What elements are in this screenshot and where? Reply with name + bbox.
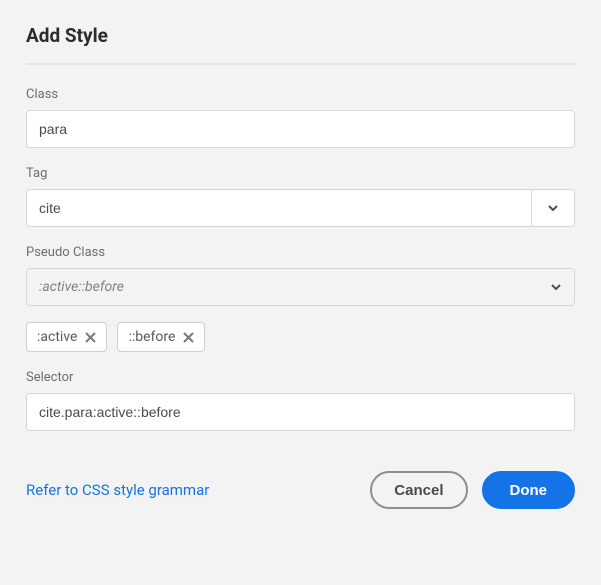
close-icon[interactable] bbox=[85, 332, 96, 343]
footer: Refer to CSS style grammar Cancel Done bbox=[26, 471, 575, 509]
pseudo-class-label: Pseudo Class bbox=[26, 245, 575, 260]
tag-dropdown-button[interactable] bbox=[531, 189, 575, 227]
chip-before: ::before bbox=[117, 322, 205, 352]
css-grammar-link[interactable]: Refer to CSS style grammar bbox=[26, 481, 356, 499]
chevron-down-icon bbox=[547, 202, 559, 214]
pseudo-class-placeholder: :active::before bbox=[39, 279, 550, 295]
pseudo-class-dropdown[interactable]: :active::before bbox=[26, 268, 575, 306]
dialog-title: Add Style bbox=[26, 24, 575, 47]
close-icon[interactable] bbox=[183, 332, 194, 343]
chip-active: :active bbox=[26, 322, 107, 352]
divider bbox=[26, 63, 575, 65]
tag-combo bbox=[26, 189, 575, 227]
cancel-button[interactable]: Cancel bbox=[370, 471, 467, 509]
done-button[interactable]: Done bbox=[482, 471, 576, 509]
tag-input[interactable] bbox=[26, 189, 531, 227]
selector-label: Selector bbox=[26, 370, 575, 385]
pseudo-chips: :active ::before bbox=[26, 322, 575, 352]
class-label: Class bbox=[26, 87, 575, 102]
chip-label: ::before bbox=[128, 329, 175, 345]
chevron-down-icon bbox=[550, 281, 562, 293]
class-input[interactable] bbox=[26, 110, 575, 148]
selector-input[interactable] bbox=[26, 393, 575, 431]
chip-label: :active bbox=[37, 329, 77, 345]
tag-label: Tag bbox=[26, 166, 575, 181]
